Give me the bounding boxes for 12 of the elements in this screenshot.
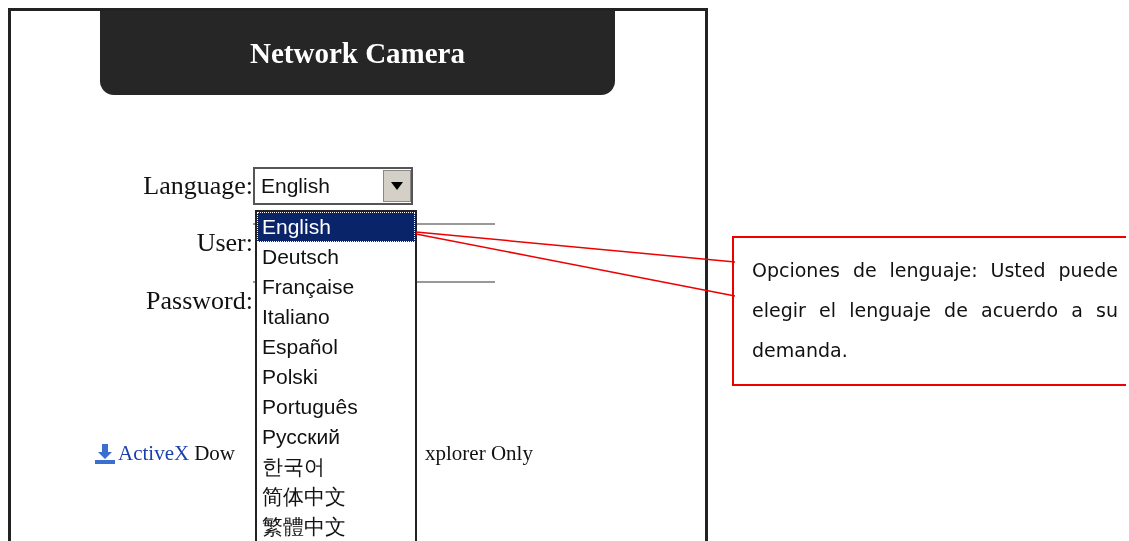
activex-link[interactable]: ActiveX (118, 441, 190, 466)
field-label: Language: (143, 171, 253, 201)
download-text: Dow (194, 441, 235, 466)
language-option[interactable]: English (257, 212, 415, 242)
field-label: Password: (146, 286, 253, 316)
caret-icon (383, 170, 411, 202)
language-select[interactable]: English (253, 167, 413, 205)
download-text: xplorer Only (425, 441, 533, 466)
page-title: Network Camera (250, 36, 465, 70)
field-label: User: (196, 228, 253, 258)
callout-text: Opciones de lenguaje: Usted puede elegir el lenguaje de acuerdo a su demanda. (752, 258, 1118, 363)
download-icon (95, 443, 115, 464)
